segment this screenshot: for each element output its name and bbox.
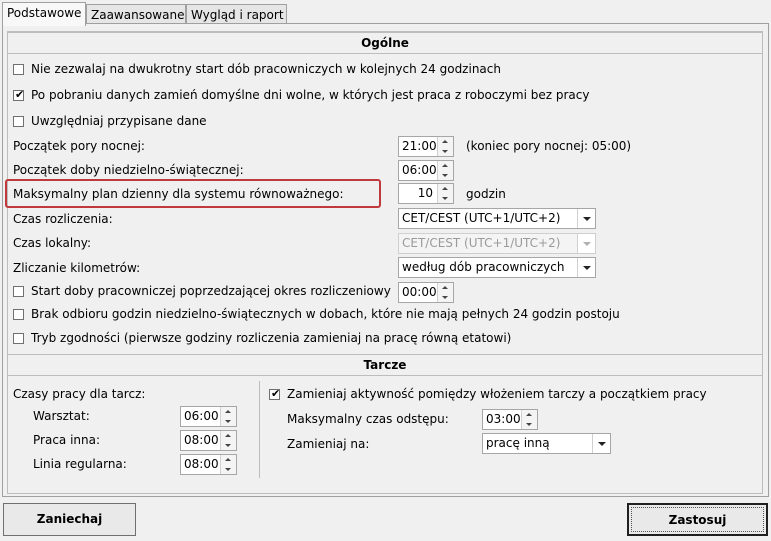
tab-wyglad-i-raport[interactable]: Wygląd i raport — [186, 4, 287, 24]
settlement-time-label: Czas rozliczenia: — [13, 212, 113, 226]
holiday-day-start-value: 06:00 — [402, 163, 437, 177]
include-assigned-label: Uwzględniaj przypisane dane — [31, 114, 207, 128]
replace-days-off-checkbox[interactable]: ✔ — [13, 88, 25, 101]
night-start-value: 21:00 — [402, 139, 437, 153]
regular-line-spinner[interactable]: 08:00 — [180, 454, 237, 475]
compat-mode-checkbox[interactable] — [13, 333, 24, 344]
holiday-day-start-spinner[interactable]: 06:00 — [398, 160, 454, 181]
no-double-start-checkbox[interactable] — [13, 64, 24, 75]
workshop-label: Warsztat: — [33, 409, 90, 423]
km-counting-value: według dób pracowniczych — [402, 260, 565, 274]
workshop-spinner[interactable]: 06:00 — [180, 406, 237, 427]
km-counting-select[interactable]: według dób pracowniczych — [398, 257, 596, 278]
tab-podstawowe[interactable]: Podstawowe — [2, 2, 86, 26]
local-time-select: CET/CEST (UTC+1/UTC+2) — [398, 233, 596, 254]
workshop-value: 06:00 — [184, 409, 219, 423]
settlement-time-value: CET/CEST (UTC+1/UTC+2) — [402, 211, 561, 225]
chevron-down-icon — [577, 234, 595, 253]
spinner-arrows-icon[interactable] — [220, 455, 236, 474]
no-holiday-hours-checkbox[interactable] — [13, 309, 24, 320]
spinner-arrows-icon[interactable] — [437, 137, 453, 156]
max-plan-spinner[interactable]: 10 — [398, 183, 454, 204]
chevron-down-icon[interactable] — [592, 434, 610, 453]
replace-with-select[interactable]: pracę inną — [482, 433, 611, 454]
workday-start-prev-label: Start doby pracowniczej poprzedzającej o… — [31, 284, 391, 298]
highlight-box — [5, 179, 381, 208]
other-work-value: 08:00 — [184, 433, 219, 447]
checkmark-icon: ✔ — [15, 88, 25, 101]
workday-start-prev-spinner[interactable]: 00:00 — [398, 282, 454, 303]
cancel-button[interactable]: Zaniechaj — [3, 503, 136, 536]
night-start-spinner[interactable]: 21:00 — [398, 136, 454, 157]
discs-separator — [259, 381, 260, 478]
spinner-arrows-icon[interactable] — [220, 407, 236, 426]
replace-days-off-label: Po pobraniu danych zamień domyślne dni w… — [31, 88, 590, 102]
chevron-down-icon[interactable] — [577, 258, 595, 277]
spinner-arrows-icon[interactable] — [521, 410, 537, 429]
include-assigned-checkbox[interactable] — [13, 116, 24, 127]
settlement-time-select[interactable]: CET/CEST (UTC+1/UTC+2) — [398, 208, 596, 229]
replace-activity-label: Zamieniaj aktywność pomiędzy włożeniem t… — [287, 387, 707, 401]
compat-mode-label: Tryb zgodności (pierwsze godziny rozlicz… — [31, 331, 512, 345]
spinner-arrows-icon[interactable] — [220, 431, 236, 450]
replace-activity-checkbox[interactable]: ✔ — [269, 387, 281, 400]
max-gap-label: Maksymalny czas odstępu: — [287, 412, 449, 426]
regular-line-label: Linia regularna: — [33, 457, 127, 471]
km-counting-label: Zliczanie kilometrów: — [13, 261, 141, 275]
general-section-header: Ogólne — [7, 32, 763, 54]
workday-start-prev-checkbox[interactable] — [13, 286, 24, 297]
discs-section-header: Tarcze — [7, 354, 763, 376]
night-start-label: Początek pory nocnej: — [13, 139, 145, 153]
workday-start-prev-value: 00:00 — [402, 285, 437, 299]
night-end-note: (koniec pory nocnej: 05:00) — [466, 139, 632, 153]
tab-zaawansowane[interactable]: Zaawansowane — [86, 4, 186, 24]
apply-button[interactable]: Zastosuj — [627, 503, 768, 536]
no-holiday-hours-label: Brak odbioru godzin niedzielno-świąteczn… — [31, 307, 620, 321]
focus-ring — [631, 507, 764, 532]
max-plan-value: 10 — [417, 186, 433, 200]
holiday-day-start-label: Początek doby niedzielno-świątecznej: — [13, 163, 244, 177]
replace-with-label: Zamieniaj na: — [287, 437, 370, 451]
max-gap-spinner[interactable]: 03:00 — [482, 409, 538, 430]
max-plan-unit: godzin — [466, 187, 506, 201]
regular-line-value: 08:00 — [184, 457, 219, 471]
no-double-start-label: Nie zezwalaj na dwukrotny start dób prac… — [31, 62, 501, 76]
chevron-down-icon[interactable] — [577, 209, 595, 228]
local-time-label: Czas lokalny: — [13, 236, 92, 250]
max-gap-value: 03:00 — [486, 412, 521, 426]
local-time-value: CET/CEST (UTC+1/UTC+2) — [402, 236, 561, 250]
work-times-label: Czasy pracy dla tarcz: — [13, 387, 146, 401]
other-work-label: Praca inna: — [33, 433, 101, 447]
other-work-spinner[interactable]: 08:00 — [180, 430, 237, 451]
spinner-arrows-icon[interactable] — [437, 283, 453, 302]
checkmark-icon: ✔ — [271, 387, 281, 400]
spinner-arrows-icon[interactable] — [437, 184, 453, 203]
spinner-arrows-icon[interactable] — [437, 161, 453, 180]
replace-with-value: pracę inną — [486, 436, 550, 450]
